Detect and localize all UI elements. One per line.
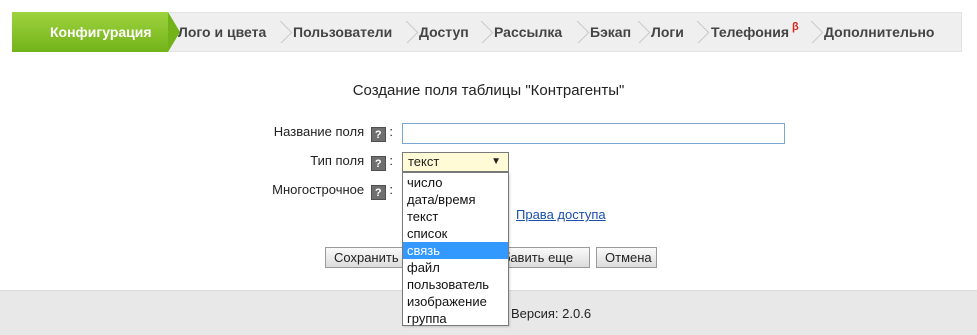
access-rights-link[interactable]: Права доступа xyxy=(516,207,606,222)
label-colon: : xyxy=(389,124,393,139)
tab-access[interactable]: Доступ xyxy=(419,13,469,51)
tab-label: Телефония xyxy=(711,24,789,40)
help-icon[interactable]: ? xyxy=(370,156,386,171)
tab-backup[interactable]: Бэкап xyxy=(590,13,631,51)
field-name-label: Название поля ? : xyxy=(274,124,393,142)
tab-label: Лого и цвета xyxy=(178,24,267,40)
tab-additional[interactable]: Дополнительно xyxy=(824,13,934,51)
field-type-select[interactable]: текст ▼ xyxy=(402,152,509,172)
tab-label: Доступ xyxy=(419,24,469,40)
option-list[interactable]: список xyxy=(403,225,508,242)
option-user[interactable]: пользователь xyxy=(403,276,508,293)
field-type-label: Тип поля ? : xyxy=(310,153,393,171)
field-name-input[interactable] xyxy=(402,123,785,144)
option-file[interactable]: файл xyxy=(403,259,508,276)
beta-badge: β xyxy=(791,21,799,33)
dropdown-arrow-icon: ▼ xyxy=(491,156,501,167)
tab-label: Пользователи xyxy=(293,24,393,40)
option-group[interactable]: группа xyxy=(403,310,508,327)
tab-label: Рассылка xyxy=(494,24,563,40)
option-link[interactable]: связь xyxy=(403,242,508,259)
label-colon: : xyxy=(389,153,393,168)
select-value: текст xyxy=(408,154,440,169)
tab-logo-colors[interactable]: Лого и цвета xyxy=(178,13,266,51)
label-text: Тип поля xyxy=(310,153,365,168)
tab-telephony[interactable]: Телефония β xyxy=(711,13,799,51)
option-image[interactable]: изображение xyxy=(403,293,508,310)
tab-mailing[interactable]: Рассылка xyxy=(494,13,562,51)
tab-users[interactable]: Пользователи xyxy=(293,13,392,51)
tab-label: Дополнительно xyxy=(824,24,935,40)
option-number[interactable]: число xyxy=(403,174,508,191)
form-title: Создание поля таблицы "Контрагенты" xyxy=(352,82,625,99)
version-text: Версия: 2.0.6 xyxy=(511,306,592,321)
settings-tab-bar: Конфигурация Лого и цвета Пользователи Д… xyxy=(12,12,962,52)
label-text: Многострочное xyxy=(272,182,365,197)
multiline-label: Многострочное ? : xyxy=(272,182,393,200)
help-icon[interactable]: ? xyxy=(370,127,386,142)
label-colon: : xyxy=(389,182,393,197)
tab-label: Конфигурация xyxy=(50,24,152,40)
tab-label: Бэкап xyxy=(590,24,632,40)
label-text: Название поля xyxy=(273,124,365,139)
field-type-dropdown-list: число дата/время текст список связь файл… xyxy=(402,172,509,326)
cancel-button[interactable]: Отмена xyxy=(596,247,657,268)
tab-label: Логи xyxy=(651,24,684,40)
option-text[interactable]: текст xyxy=(403,208,508,225)
option-datetime[interactable]: дата/время xyxy=(403,191,508,208)
tab-configuration[interactable]: Конфигурация xyxy=(12,12,180,52)
tab-logs[interactable]: Логи xyxy=(651,13,684,51)
help-icon[interactable]: ? xyxy=(370,185,386,200)
